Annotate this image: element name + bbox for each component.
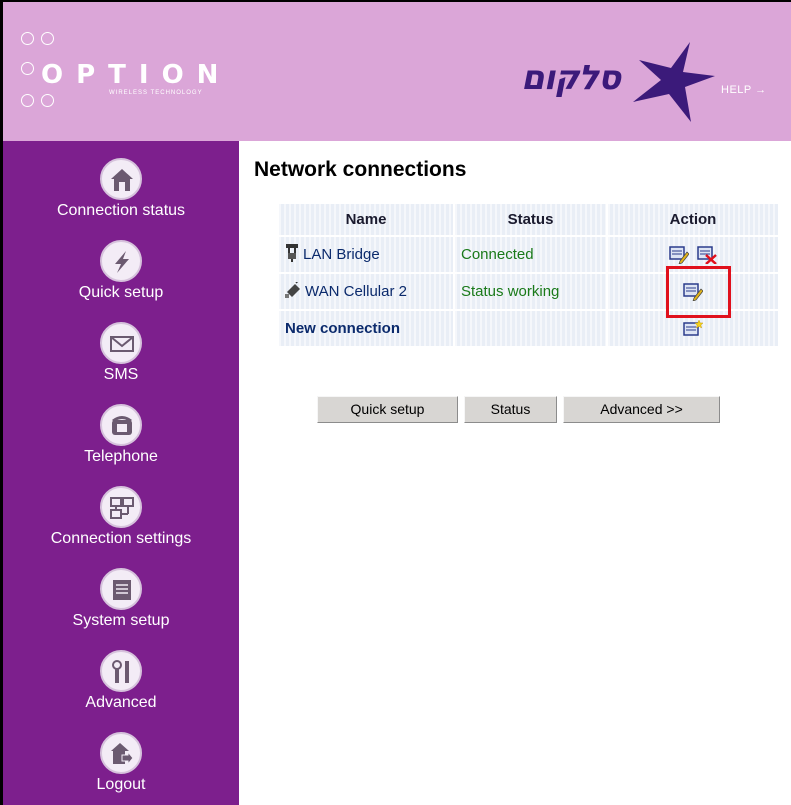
option-logo: OPTION WIRELESS TECHNOLOGY	[21, 32, 241, 116]
edit-connection-icon[interactable]	[669, 245, 690, 265]
header: OPTION WIRELESS TECHNOLOGY סלקום HELP →	[3, 2, 791, 141]
sidebar-item-system-setup[interactable]: System setup	[3, 568, 239, 630]
connection-status: Connected	[461, 246, 534, 263]
connection-name-cell: WAN Cellular 2	[279, 274, 453, 309]
status-button[interactable]: Status	[464, 396, 557, 423]
brand-name: סלקום	[521, 58, 621, 98]
add-connection-icon[interactable]	[683, 318, 704, 338]
sidebar-item-label: Quick setup	[78, 284, 164, 301]
connection-status-cell: Status working	[455, 274, 606, 309]
advanced-button[interactable]: Advanced >>	[563, 396, 720, 423]
sidebar-item-label: System setup	[72, 612, 170, 629]
connection-name-cell: LAN Bridge	[279, 237, 453, 272]
new-connection-link[interactable]: New connection	[285, 320, 400, 337]
delete-connection-icon[interactable]	[697, 245, 717, 265]
sidebar: Connection status Quick setup SMS Teleph…	[3, 141, 239, 805]
network-icon	[100, 486, 142, 528]
sidebar-item-connection-settings[interactable]: Connection settings	[3, 486, 239, 548]
connection-name-link[interactable]: LAN Bridge	[303, 245, 380, 262]
lightning-icon	[100, 240, 142, 282]
sidebar-item-label: Connection settings	[50, 530, 192, 547]
help-link[interactable]: HELP →	[721, 84, 767, 96]
sidebar-item-advanced[interactable]: Advanced	[3, 650, 239, 712]
page-title: Network connections	[254, 158, 467, 181]
brand-logo: סלקום	[515, 42, 725, 122]
connection-status-cell: Connected	[455, 237, 606, 272]
sidebar-item-logout[interactable]: Logout	[3, 732, 239, 794]
logo-word: OPTION	[41, 60, 232, 90]
tools-icon	[100, 650, 142, 692]
wan-plug-icon	[285, 278, 301, 302]
logout-icon	[100, 732, 142, 774]
table-header-row: Name Status Action	[279, 204, 778, 235]
document-icon	[100, 568, 142, 610]
envelope-icon	[100, 322, 142, 364]
telephone-icon	[100, 404, 142, 446]
logo-tagline: WIRELESS TECHNOLOGY	[109, 90, 203, 96]
lan-plug-icon	[285, 243, 299, 266]
sidebar-item-telephone[interactable]: Telephone	[3, 404, 239, 466]
column-header-name: Name	[279, 204, 453, 235]
sidebar-item-connection-status[interactable]: Connection status	[3, 158, 239, 220]
new-connection-cell: New connection	[279, 311, 453, 346]
quick-setup-button[interactable]: Quick setup	[317, 396, 458, 423]
sidebar-item-label: Telephone	[84, 448, 158, 465]
sidebar-item-label: SMS	[103, 366, 139, 383]
home-icon	[100, 158, 142, 200]
column-header-status: Status	[455, 204, 606, 235]
empty-cell	[455, 311, 606, 346]
sidebar-item-label: Logout	[96, 776, 146, 793]
sidebar-item-label: Connection status	[56, 202, 186, 219]
sidebar-item-label: Advanced	[85, 694, 157, 711]
highlight-box	[666, 266, 731, 318]
connection-name-link[interactable]: WAN Cellular 2	[305, 282, 407, 299]
connection-status: Status working	[461, 283, 560, 300]
column-header-action: Action	[608, 204, 778, 235]
star-icon	[633, 42, 715, 122]
sidebar-item-sms[interactable]: SMS	[3, 322, 239, 384]
sidebar-item-quick-setup[interactable]: Quick setup	[3, 240, 239, 302]
